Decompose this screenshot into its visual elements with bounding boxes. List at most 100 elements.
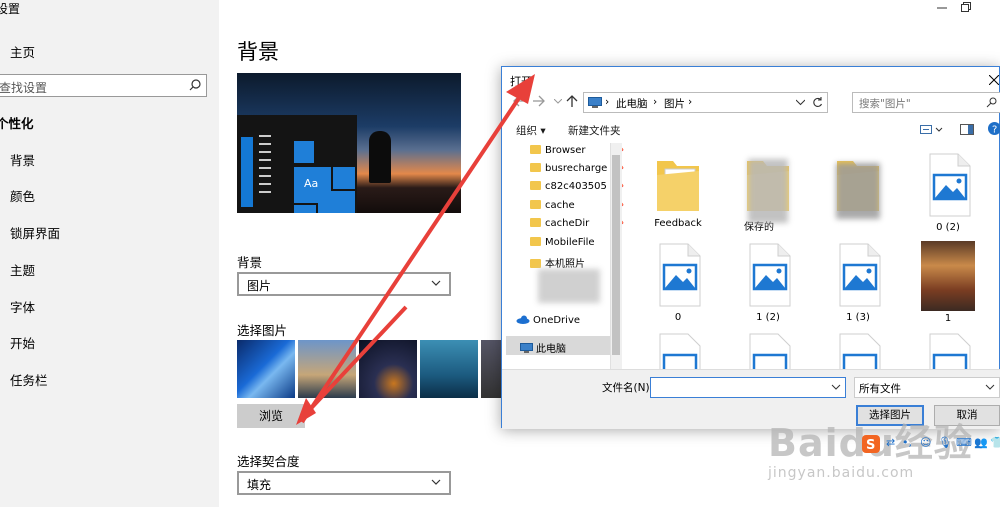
image-file-icon	[839, 333, 881, 369]
preview-line	[259, 151, 271, 153]
restore-icon[interactable]	[961, 2, 971, 12]
chevron-down-icon[interactable]	[796, 98, 805, 107]
search-icon	[189, 79, 201, 91]
filetype-select[interactable]: 所有文件	[854, 377, 1000, 398]
preview-line	[259, 143, 271, 145]
ime-punct-icon[interactable]: •,	[902, 436, 912, 449]
preview-pane-icon[interactable]	[960, 124, 974, 135]
tree-item-cachedir[interactable]: cacheDir	[530, 218, 589, 229]
thumbnail-underwater[interactable]	[420, 340, 478, 398]
skin-icon[interactable]: 👕	[990, 436, 1000, 449]
tree-item-cache[interactable]: cache	[530, 200, 575, 211]
organize-button[interactable]: 组织 ▾	[516, 123, 546, 138]
file-item-partial[interactable]	[638, 333, 718, 369]
file-item-saved[interactable]: 保存的	[728, 153, 808, 233]
blurred-items	[538, 269, 600, 303]
file-item-partial[interactable]	[818, 333, 898, 369]
tree-item-mobilefile[interactable]: MobileFile	[530, 237, 595, 248]
people-icon[interactable]: 👥	[974, 436, 988, 449]
dialog-search-placeholder: 搜索"图片"	[859, 98, 911, 110]
sidebar-item-fonts[interactable]: 字体	[10, 297, 35, 316]
navigation-pane: Browser 📌 busrecharge 📌 c82c403505 📌 cac…	[516, 139, 624, 369]
sidebar-item-start[interactable]: 开始	[10, 333, 35, 352]
fit-select-value: 填充	[247, 478, 272, 492]
file-item-feedback[interactable]: Feedback	[638, 153, 718, 229]
file-item-blurred[interactable]	[818, 153, 898, 219]
thumbnail-windows[interactable]	[237, 340, 295, 398]
new-folder-button[interactable]: 新建文件夹	[568, 123, 621, 138]
browse-button[interactable]: 浏览	[237, 404, 305, 428]
image-file-icon	[659, 333, 701, 369]
fit-label: 选择契合度	[237, 454, 300, 469]
preview-silhouette	[369, 131, 391, 183]
folder-icon	[530, 145, 541, 154]
back-icon[interactable]	[512, 95, 526, 107]
preview-line	[259, 183, 271, 185]
sidebar-item-lockscreen[interactable]: 锁屏界面	[10, 223, 60, 242]
tree-scrollbar-thumb[interactable]	[612, 155, 620, 355]
keyboard-icon[interactable]: ⌨	[956, 436, 972, 449]
chevron-down-icon[interactable]	[831, 382, 841, 392]
file-name: 1	[944, 313, 952, 324]
folder-icon	[530, 181, 541, 190]
file-item-partial[interactable]	[908, 333, 988, 369]
microphone-icon[interactable]: 🎙	[938, 436, 952, 449]
ime-toolbar[interactable]: S ⇄ •, ☺ 🎙 ⌨ 👥 👕	[862, 434, 1000, 454]
file-name: 1 (2)	[756, 312, 780, 323]
sidebar-item-home[interactable]: 主页	[10, 42, 35, 61]
file-item-0-2[interactable]: 0 (2)	[908, 153, 988, 233]
view-options-icon[interactable]	[920, 124, 944, 135]
recent-chevron-icon[interactable]	[554, 99, 562, 105]
sidebar-item-taskbar[interactable]: 任务栏	[10, 370, 48, 389]
file-name: 1 (3)	[846, 312, 870, 323]
emoji-icon[interactable]: ☺	[920, 436, 931, 449]
dialog-search-input[interactable]: 搜索"图片"	[852, 92, 1000, 113]
tree-item-onedrive[interactable]: OneDrive	[516, 315, 580, 326]
folder-icon	[530, 200, 541, 209]
thumbnail-rock[interactable]	[481, 340, 501, 398]
search-icon	[986, 97, 997, 108]
address-sep: ›	[605, 96, 610, 108]
preview-tile	[294, 141, 314, 163]
svg-text:?: ?	[992, 125, 997, 136]
file-item-1-2[interactable]: 1 (2)	[728, 243, 808, 323]
tree-item-browser[interactable]: Browser	[530, 145, 586, 156]
file-name: 0 (2)	[936, 222, 960, 233]
sidebar-item-themes[interactable]: 主题	[10, 260, 35, 279]
tree-item-this-pc[interactable]: 此电脑	[520, 340, 566, 355]
minimize-icon[interactable]	[937, 3, 947, 13]
forward-icon[interactable]	[532, 95, 546, 107]
preview-line	[259, 191, 271, 193]
pc-icon	[588, 97, 602, 108]
tree-item-local-photos[interactable]: 本机照片	[530, 255, 585, 270]
address-segment-pictures[interactable]: 图片	[664, 96, 685, 111]
tree-item-busrecharge[interactable]: busrecharge	[530, 163, 607, 174]
thumbnail-beach[interactable]	[298, 340, 356, 398]
folder-icon	[530, 218, 541, 227]
sidebar-item-colors[interactable]: 颜色	[10, 186, 35, 205]
ime-mode-icon[interactable]: ⇄	[886, 436, 895, 449]
close-icon[interactable]	[989, 75, 999, 85]
address-segment-pc[interactable]: 此电脑	[616, 96, 648, 111]
thumbnail-night[interactable]	[359, 340, 417, 398]
file-item-1[interactable]: 1	[908, 241, 988, 324]
svg-text:S: S	[866, 438, 875, 453]
background-select[interactable]: 图片	[237, 272, 451, 296]
file-item-partial[interactable]	[728, 333, 808, 369]
file-item-1-3[interactable]: 1 (3)	[818, 243, 898, 323]
folder-icon	[530, 259, 541, 268]
filename-input[interactable]	[650, 377, 846, 398]
preview-line	[259, 135, 271, 137]
up-icon[interactable]	[566, 95, 578, 107]
fit-select[interactable]: 填充	[237, 471, 451, 495]
sogou-icon[interactable]: S	[862, 435, 880, 453]
refresh-icon[interactable]	[812, 97, 823, 108]
sidebar-item-background[interactable]: 背景	[10, 150, 35, 169]
file-item-0[interactable]: 0	[638, 243, 718, 323]
search-input[interactable]: 查找设置	[0, 74, 207, 97]
address-bar[interactable]: › 此电脑 › 图片 ›	[583, 92, 828, 113]
tree-item-c82c403505[interactable]: c82c403505	[530, 181, 607, 192]
help-icon[interactable]: ?	[988, 122, 1000, 135]
dialog-title: 打开	[510, 75, 532, 88]
file-name: Feedback	[654, 218, 702, 229]
